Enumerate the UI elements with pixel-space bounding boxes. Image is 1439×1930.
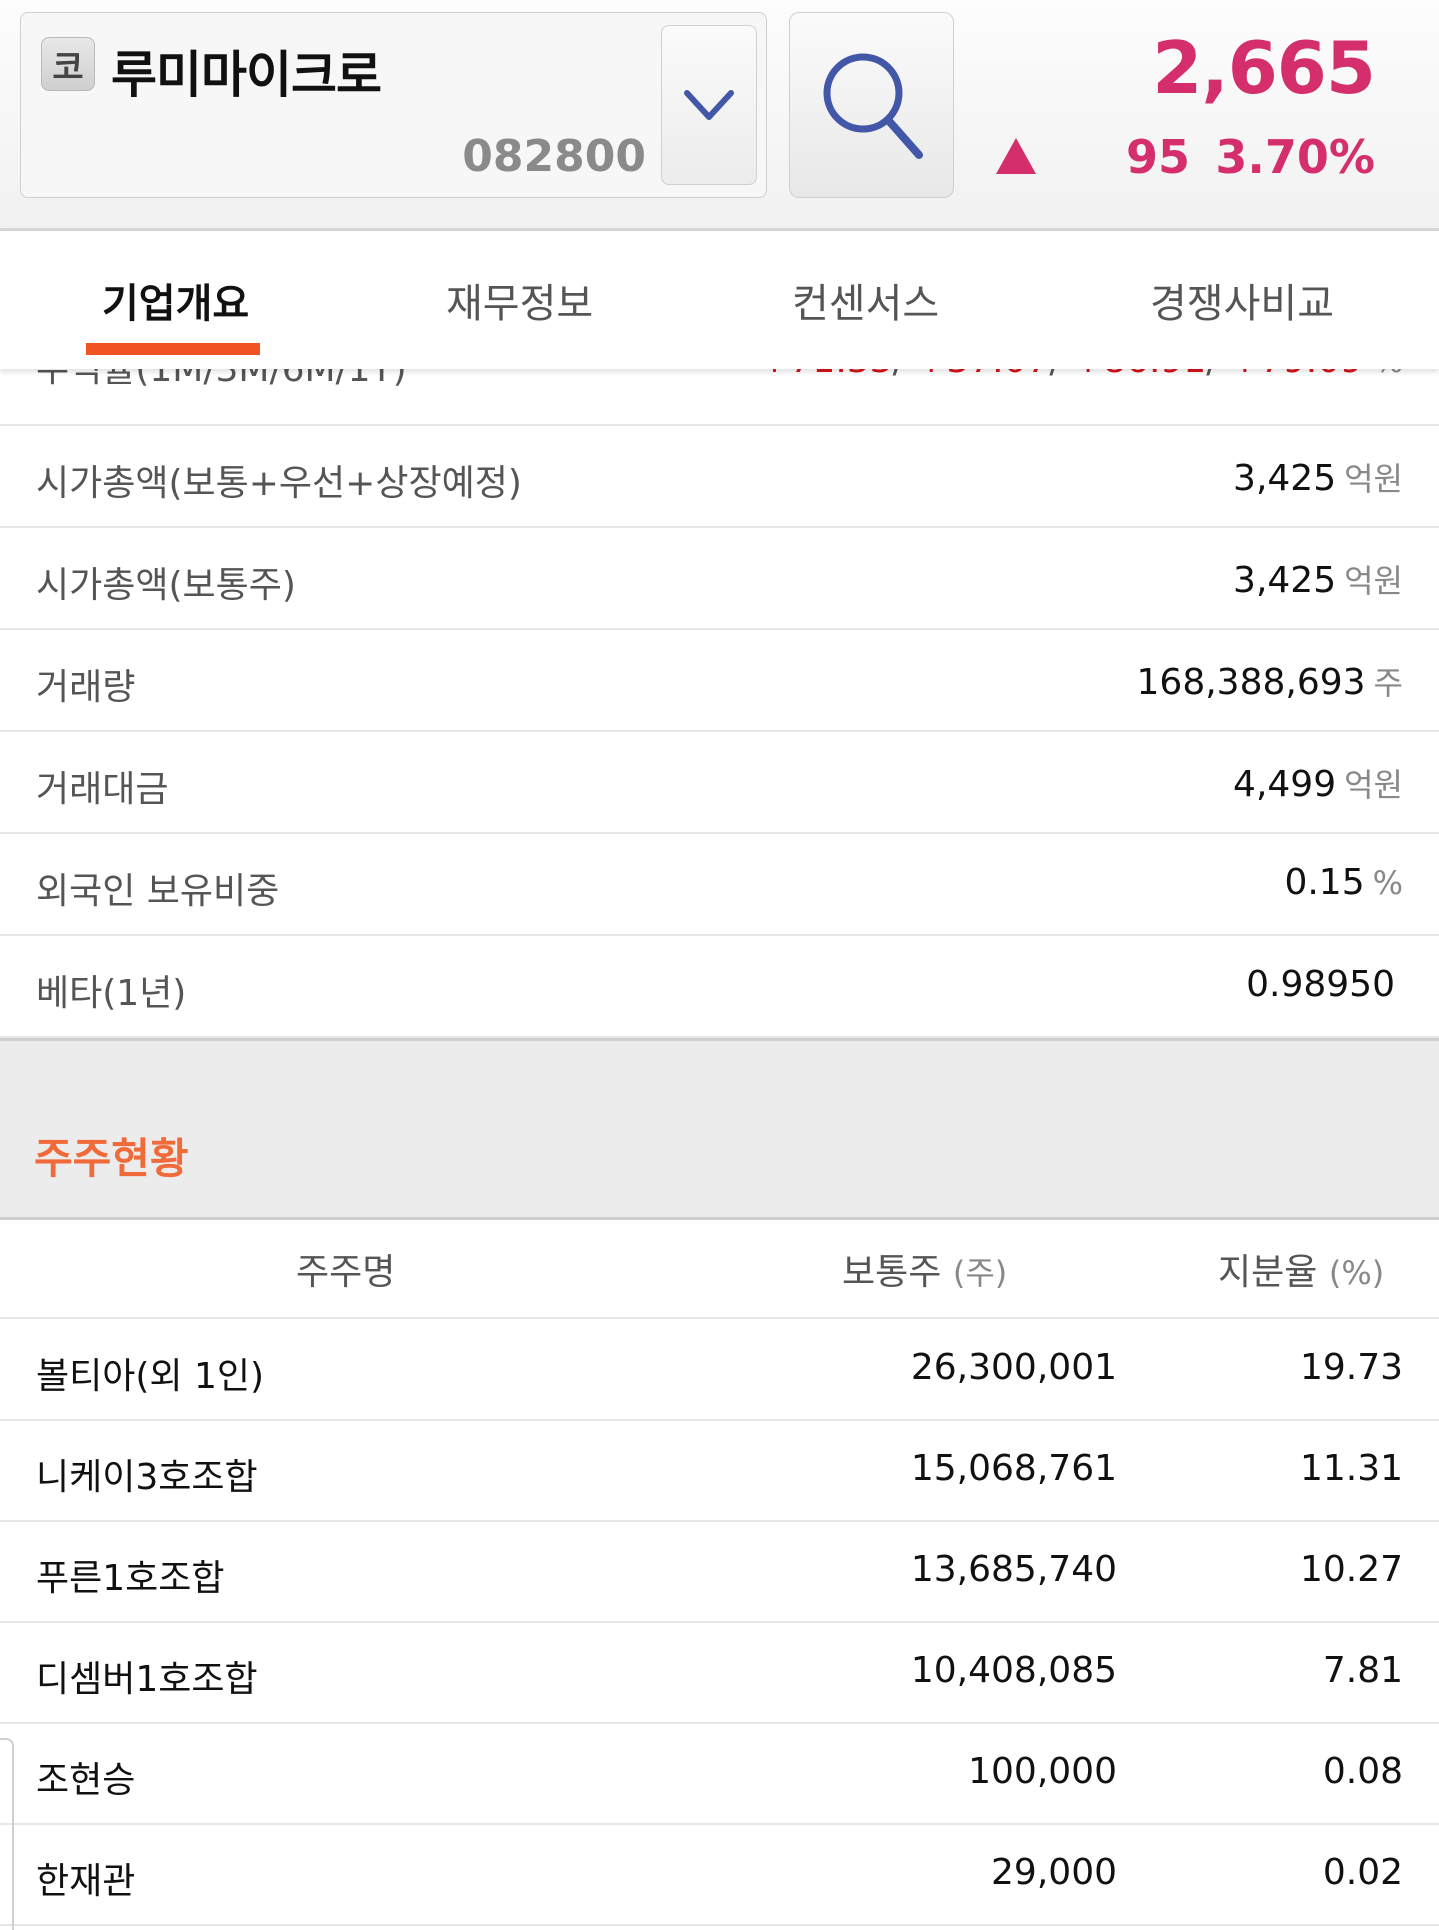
info-label: 거래량	[36, 667, 136, 708]
shareholder-shares: 13,685,740	[910, 1549, 1117, 1590]
shareholder-ratio: 19.73	[1299, 1347, 1403, 1388]
stock-selector[interactable]: 코 루미마이크로 082800	[20, 12, 767, 198]
shareholder-name: 볼티아(외 1인)	[36, 1356, 265, 1397]
search-button[interactable]	[789, 12, 954, 198]
shareholder-ratio: 11.31	[1299, 1448, 1403, 1489]
shareholder-shares: 26,300,001	[910, 1347, 1117, 1388]
shareholder-table-header: 주주명 보통주 (주) 지분율 (%)	[0, 1217, 1439, 1319]
shareholder-shares: 29,000	[991, 1852, 1117, 1893]
info-row-market-cap-common: 시가총액(보통주) 3,425 억원	[0, 528, 1439, 630]
shareholder-name: 한재관	[36, 1861, 136, 1902]
table-row: 푸른1호조합 13,685,740 10.27	[0, 1521, 1439, 1623]
stock-name: 루미마이크로	[111, 46, 382, 104]
info-row-foreign-ownership: 외국인 보유비중 0.15%	[0, 834, 1439, 936]
current-price: 2,665	[1152, 26, 1376, 110]
side-panel-edge	[0, 1738, 14, 1930]
table-row: 니케이3호조합 15,068,761 11.31	[0, 1420, 1439, 1522]
price-change-rate: 3.70%	[1215, 130, 1375, 184]
shareholder-name: 니케이3호조합	[36, 1457, 258, 1498]
shareholder-name: 푸른1호조합	[36, 1558, 225, 1599]
info-value: 0.98950	[1246, 964, 1395, 1005]
info-label: 거래대금	[36, 769, 169, 810]
shareholder-section-header: 주주현황	[0, 1038, 1439, 1220]
info-value: 168,388,693 주	[1136, 662, 1403, 703]
col-header-name: 주주명	[296, 1252, 396, 1293]
tab-financial-info[interactable]: 재무정보	[446, 271, 593, 329]
info-value: 3,425 억원	[1233, 458, 1403, 499]
stock-dropdown-button[interactable]	[661, 25, 757, 185]
info-row-trading-value: 거래대금 4,499 억원	[0, 732, 1439, 834]
price-up-arrow-icon	[996, 138, 1036, 174]
search-icon	[823, 53, 923, 159]
table-row: 한재관 29,000 0.02	[0, 1824, 1439, 1926]
info-label: 시가총액(보통주)	[36, 565, 296, 606]
active-tab-indicator	[86, 343, 260, 355]
info-value: 0.15%	[1284, 862, 1403, 903]
shareholder-name: 디셈버1호조합	[36, 1659, 258, 1700]
info-row-volume: 거래량 168,388,693 주	[0, 630, 1439, 732]
col-header-shares: 보통주 (주)	[842, 1252, 1008, 1293]
shareholder-ratio: 10.27	[1299, 1549, 1403, 1590]
info-label: 시가총액(보통+우선+상장예정)	[36, 463, 522, 504]
info-row-beta: 베타(1년) 0.98950	[0, 936, 1439, 1038]
shareholder-ratio: 7.81	[1322, 1650, 1403, 1691]
tab-competitor-comparison[interactable]: 경쟁사비교	[1150, 271, 1334, 329]
tab-consensus[interactable]: 컨센서스	[792, 271, 939, 329]
table-row: 볼티아(외 1인) 26,300,001 19.73	[0, 1319, 1439, 1421]
info-value: 4,499 억원	[1233, 764, 1403, 805]
stock-header: 코 루미마이크로 082800 2,665 95 3.70%	[0, 0, 1439, 231]
col-header-ratio: 지분율 (%)	[1218, 1252, 1385, 1293]
table-row: 디셈버1호조합 10,408,085 7.81	[0, 1622, 1439, 1724]
table-row: 조현승 100,000 0.08	[0, 1723, 1439, 1825]
info-label: 외국인 보유비중	[36, 871, 280, 912]
info-label: 베타(1년)	[36, 973, 187, 1014]
shareholder-shares: 10,408,085	[910, 1650, 1117, 1691]
info-value: 3,425 억원	[1233, 560, 1403, 601]
shareholder-ratio: 0.08	[1322, 1751, 1403, 1792]
shareholder-ratio: 0.02	[1322, 1852, 1403, 1893]
shareholder-shares: 15,068,761	[910, 1448, 1117, 1489]
chevron-down-icon	[684, 90, 734, 120]
kosdaq-badge: 코	[41, 37, 95, 91]
tab-company-overview[interactable]: 기업개요	[102, 271, 249, 329]
shareholder-name: 조현승	[36, 1760, 136, 1801]
shareholder-shares: 100,000	[968, 1751, 1117, 1792]
stock-code: 082800	[462, 131, 646, 182]
section-title: 주주현황	[34, 1134, 189, 1183]
price-change: 95	[1125, 130, 1190, 184]
tab-bar: 기업개요 재무정보 컨센서스 경쟁사비교	[0, 231, 1439, 369]
info-row-market-cap-total: 시가총액(보통+우선+상장예정) 3,425 억원	[0, 426, 1439, 528]
